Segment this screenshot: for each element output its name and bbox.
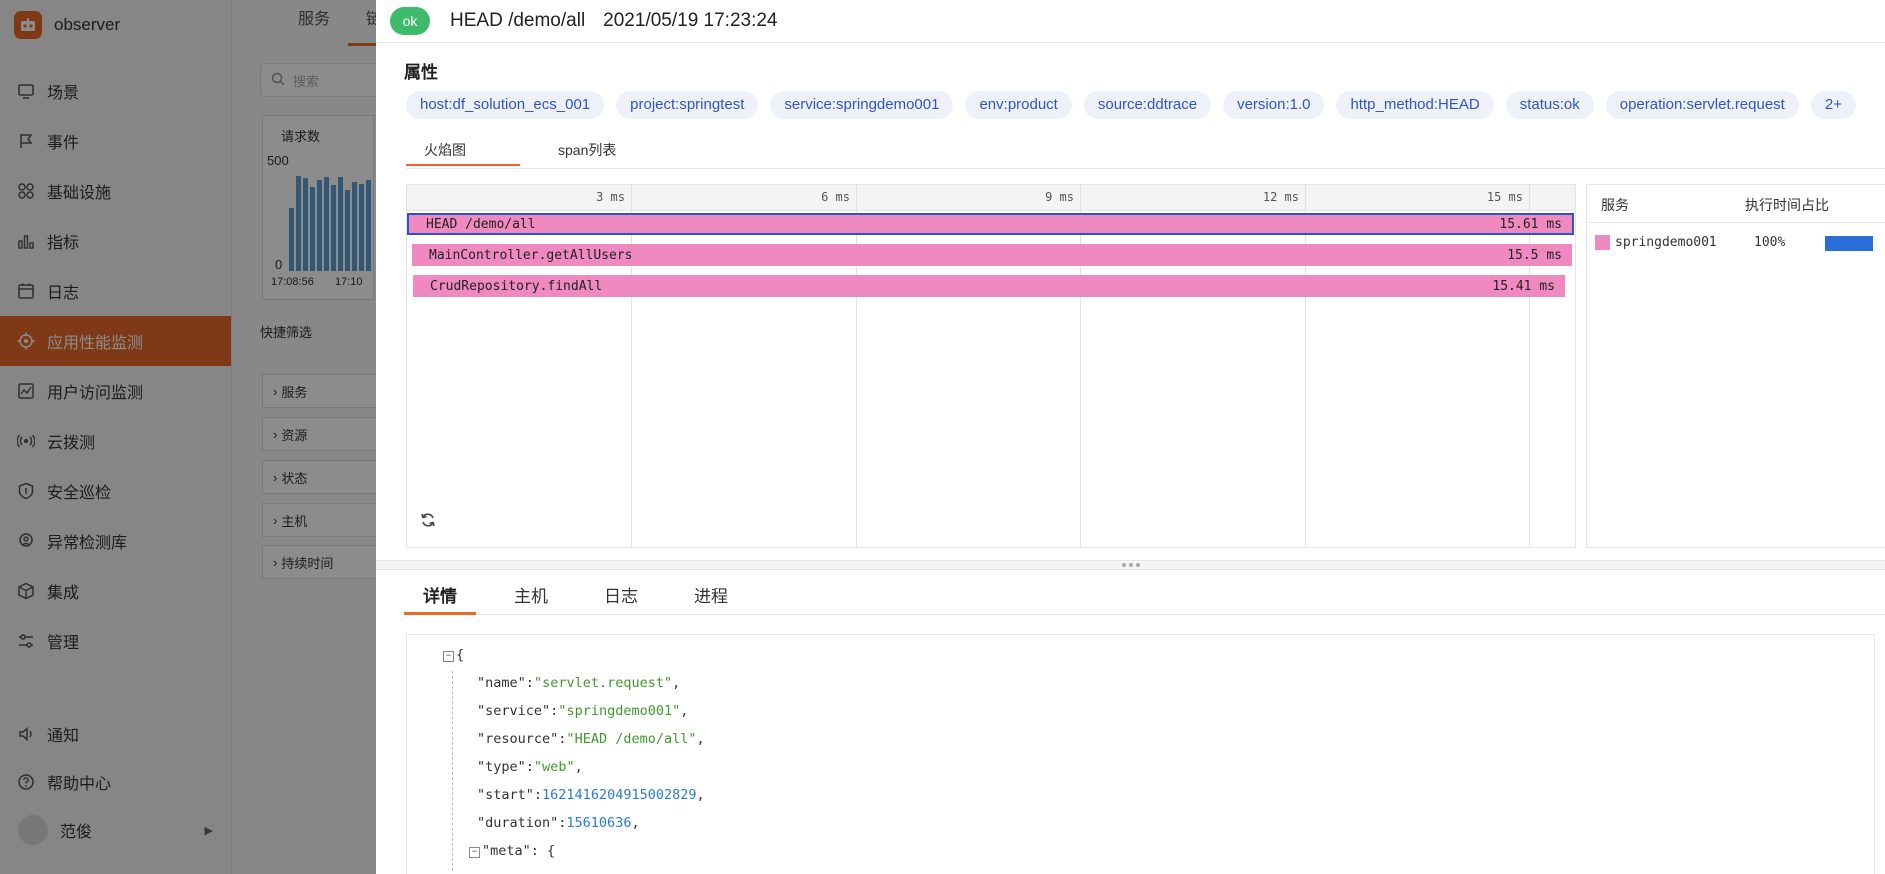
- tick-label: 12 ms: [1262, 190, 1299, 204]
- json-value: web: [542, 759, 567, 775]
- json-value: HEAD /demo/all: [574, 731, 689, 747]
- span-duration: 15.41 ms: [1492, 278, 1555, 294]
- span-duration: 15.61 ms: [1499, 216, 1562, 232]
- view-tabs: 火焰图 span列表: [406, 136, 1885, 169]
- attribute-tag[interactable]: service:springdemo001: [770, 91, 954, 119]
- attribute-tags: host:df_solution_ecs_001 project:springt…: [406, 91, 1868, 119]
- resize-handle[interactable]: [376, 560, 1885, 570]
- service-ratio-bar: [1825, 236, 1873, 251]
- attribute-tag[interactable]: env:product: [965, 91, 1072, 119]
- tab-flamegraph[interactable]: 火焰图: [406, 136, 520, 166]
- span-name: CrudRepository.findAll: [430, 278, 603, 294]
- attribute-tag[interactable]: http_method:HEAD: [1336, 91, 1494, 119]
- tick-label: 15 ms: [1486, 190, 1523, 204]
- grid-line: [1080, 185, 1081, 547]
- indent-guide: [452, 671, 453, 871]
- attribute-tag[interactable]: host:df_solution_ecs_001: [406, 91, 605, 119]
- tab-host[interactable]: 主机: [514, 582, 548, 612]
- json-line: "name":"servlet.request",: [477, 675, 681, 691]
- trace-timestamp: 2021/05/19 17:23:24: [603, 10, 778, 31]
- json-root: −{: [443, 647, 464, 663]
- service-panel-header: 服务 执行时间占比: [1587, 185, 1885, 223]
- attributes-title: 属性: [404, 63, 438, 82]
- tab-process[interactable]: 进程: [694, 582, 728, 612]
- tick-label: 9 ms: [1045, 190, 1074, 204]
- json-value: 1621416204915002829: [542, 787, 697, 803]
- grid-line: [1529, 185, 1530, 547]
- refresh-icon[interactable]: [419, 511, 437, 529]
- span-bar[interactable]: CrudRepository.findAll 15.41 ms: [413, 275, 1565, 297]
- json-value: springdemo001: [566, 703, 673, 719]
- tab-details[interactable]: 详情: [404, 582, 476, 615]
- json-value: servlet.request: [542, 675, 664, 691]
- attribute-tag[interactable]: status:ok: [1505, 91, 1594, 119]
- more-tags-button[interactable]: 2+: [1810, 91, 1856, 119]
- col-service: 服务: [1601, 197, 1629, 213]
- attribute-tag[interactable]: project:springtest: [616, 91, 759, 119]
- collapse-icon[interactable]: −: [443, 651, 454, 662]
- attribute-tag[interactable]: version:1.0: [1223, 91, 1325, 119]
- service-ratio-panel: 服务 执行时间占比 springdemo001 100%: [1586, 184, 1885, 548]
- span-name: MainController.getAllUsers: [429, 247, 633, 263]
- collapse-icon[interactable]: −: [469, 847, 480, 858]
- json-line: "type":"web",: [477, 759, 583, 775]
- grid-line: [631, 185, 632, 547]
- trace-title: HEAD /demo/all: [450, 10, 586, 31]
- service-row[interactable]: springdemo001 100%: [1587, 223, 1885, 265]
- span-name: HEAD /demo/all: [426, 216, 536, 232]
- attribute-tag[interactable]: source:ddtrace: [1083, 91, 1212, 119]
- service-name: springdemo001: [1615, 235, 1717, 250]
- json-line: − "meta": {: [469, 843, 555, 859]
- tick-label: 3 ms: [596, 190, 625, 204]
- trace-detail-drawer: ok HEAD /demo/all 2021/05/19 17:23:24 属性…: [376, 0, 1885, 874]
- drawer-header: ok HEAD /demo/all 2021/05/19 17:23:24: [376, 0, 1885, 43]
- json-line: "resource":"HEAD /demo/all",: [477, 731, 705, 747]
- col-ratio: 执行时间占比: [1745, 197, 1829, 213]
- tick-label: 6 ms: [821, 190, 850, 204]
- tab-span-list[interactable]: span列表: [558, 136, 616, 166]
- service-color-swatch: [1595, 235, 1610, 250]
- span-duration: 15.5 ms: [1507, 247, 1562, 263]
- json-viewer: −{ "name":"servlet.request", "service":"…: [406, 634, 1875, 874]
- json-line: "duration":15610636,: [477, 815, 640, 831]
- service-pct: 100%: [1754, 235, 1786, 250]
- span-bar[interactable]: HEAD /demo/all 15.61 ms: [407, 213, 1574, 235]
- status-badge: ok: [390, 7, 430, 35]
- span-bar[interactable]: MainController.getAllUsers 15.5 ms: [412, 244, 1572, 266]
- json-key: meta: [490, 843, 523, 859]
- grid-line: [1305, 185, 1306, 547]
- json-value: 15610636: [566, 815, 632, 831]
- tab-logs[interactable]: 日志: [604, 582, 638, 612]
- json-line: "service":"springdemo001",: [477, 703, 689, 719]
- detail-tabs: 详情 主机 日志 进程: [404, 572, 1885, 615]
- flame-graph: 3 ms 6 ms 9 ms 12 ms 15 ms HEAD /demo/al…: [406, 184, 1576, 548]
- grid-line: [856, 185, 857, 547]
- json-line: "start":1621416204915002829,: [477, 787, 705, 803]
- attribute-tag[interactable]: operation:servlet.request: [1605, 91, 1799, 119]
